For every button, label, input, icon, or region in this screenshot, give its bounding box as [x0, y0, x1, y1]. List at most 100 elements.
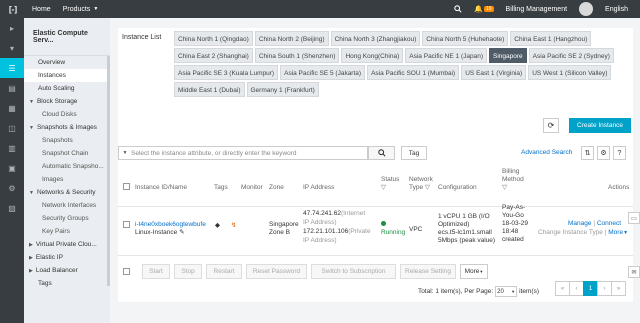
sidebar-item-network-interfaces[interactable]: Network Interfaces	[24, 199, 110, 212]
region-tab[interactable]: China North 1 (Qingdao)	[174, 31, 253, 46]
gear-icon[interactable]: ⚙	[597, 146, 610, 160]
region-tab[interactable]: US West 1 (Silicon Valley)	[528, 65, 612, 80]
select-all-bottom-checkbox[interactable]	[123, 268, 130, 275]
region-tab[interactable]: China North 5 (Huhehaote)	[422, 31, 509, 46]
chat-icon[interactable]: ▭	[628, 212, 640, 224]
region-tab[interactable]: China East 1 (Hangzhou)	[510, 31, 592, 46]
region-tab[interactable]: Asia Pacific SOU 1 (Mumbai)	[367, 65, 460, 80]
first-page-button[interactable]: «	[555, 281, 570, 296]
sidebar: Elastic Compute Serv... Overview Instance…	[24, 18, 110, 323]
region-tab[interactable]: Asia Pacific SE 5 (Jakarta)	[280, 65, 366, 80]
billing-management-link[interactable]: Billing Management	[500, 6, 573, 13]
sidebar-item-networks-security[interactable]: ▼ Networks & Security	[24, 186, 110, 199]
search-icon[interactable]	[448, 5, 468, 13]
nav-products[interactable]: Products ▼	[56, 0, 105, 18]
region-tab[interactable]: China North 2 (Beijing)	[254, 31, 329, 46]
edit-icon[interactable]: ✎	[179, 229, 184, 236]
region-tab[interactable]: US East 1 (Virginia)	[461, 65, 527, 80]
filter-icon[interactable]: ▽	[502, 184, 524, 192]
sidebar-item-cloud-disks[interactable]: Cloud Disks	[24, 108, 110, 121]
region-tab[interactable]: Asia Pacific SE 2 (Sydney)	[528, 48, 614, 63]
more-actions-link[interactable]: More	[608, 229, 623, 236]
monitor-icon[interactable]: ↯	[231, 222, 236, 230]
stop-button[interactable]: Stop	[174, 264, 202, 279]
sidebar-item-automatic-snapsho[interactable]: Automatic Snapsho...	[24, 160, 110, 173]
nav-home[interactable]: Home	[26, 0, 57, 18]
region-tab[interactable]: Germany 1 (Frankfurt)	[246, 82, 319, 97]
sidebar-item-snapshots-images[interactable]: ▼ Snapshots & Images	[24, 121, 110, 134]
main-content: Instance List China North 1 (Qingdao) Chi…	[110, 18, 640, 323]
nav-icon-1[interactable]: ▤	[0, 78, 24, 98]
collapse-icon[interactable]: ▸	[0, 18, 24, 38]
tag-icon[interactable]: ◆	[215, 222, 220, 230]
create-instance-button[interactable]: Create Instance	[569, 118, 631, 133]
avatar[interactable]	[579, 2, 594, 16]
sidebar-item-virtual-private-clou[interactable]: ▶ Virtual Private Clou...	[24, 238, 110, 251]
region-tab[interactable]: China North 3 (Zhangjiakou)	[330, 31, 421, 46]
help-icon[interactable]: ?	[613, 146, 626, 160]
menu-icon[interactable]: ☰	[0, 58, 24, 78]
next-page-button[interactable]: ›	[597, 281, 612, 296]
nav-icon-6[interactable]: ⚙	[0, 178, 24, 198]
region-tab[interactable]: Asia Pacific SE 3 (Kuala Lumpur)	[174, 65, 279, 80]
sidebar-item-snapshot-chain[interactable]: Snapshot Chain	[24, 147, 110, 160]
row-checkbox[interactable]	[123, 221, 130, 228]
sidebar-item-load-balancer[interactable]: ▶ Load Balancer	[24, 264, 110, 277]
switch-to-subscription-button[interactable]: Switch to Subscription	[311, 264, 396, 279]
config-line3: ecs.t5-lc1m1.small	[438, 229, 492, 236]
col-network-line2-text: Type	[409, 184, 424, 191]
change-instance-type-link[interactable]: Change Instance Type	[538, 229, 603, 236]
region-tab[interactable]: Singapore	[488, 48, 527, 63]
logo-icon[interactable]: [-]	[0, 0, 26, 18]
region-tab[interactable]: Middle East 1 (Dubai)	[174, 82, 245, 97]
region-tab[interactable]: Asia Pacific NE 1 (Japan)	[405, 48, 487, 63]
chevron-down-icon: ▼	[623, 230, 629, 236]
sidebar-item-block-storage[interactable]: ▼ Block Storage	[24, 95, 110, 108]
region-tab[interactable]: Hong Kong(China)	[341, 48, 404, 63]
sidebar-item-instances[interactable]: Instances	[24, 69, 110, 82]
sidebar-item-images[interactable]: Images	[24, 173, 110, 186]
sidebar-item-key-pairs[interactable]: Key Pairs	[24, 225, 110, 238]
search-input[interactable]: ▼ Select the instance attribute, or dire…	[118, 146, 368, 160]
search-button[interactable]	[368, 146, 395, 160]
start-button[interactable]: Start	[142, 264, 170, 279]
filter-icon[interactable]: ▽	[381, 184, 399, 192]
select-all-checkbox[interactable]	[123, 183, 130, 190]
filter-icon[interactable]: ⇅	[581, 146, 594, 160]
release-setting-button[interactable]: Release Setting	[400, 264, 456, 279]
nav-icon-4[interactable]: ▥	[0, 138, 24, 158]
sidebar-item-tags[interactable]: Tags	[24, 277, 110, 290]
dropdown-icon[interactable]: ▾	[0, 38, 24, 58]
advanced-search-link[interactable]: Advanced Search	[521, 149, 572, 156]
last-page-button[interactable]: »	[611, 281, 626, 296]
manage-link[interactable]: Manage	[568, 220, 592, 227]
region-tab[interactable]: China East 2 (Shanghai)	[174, 48, 253, 63]
refresh-button[interactable]: ⟳	[543, 118, 559, 133]
tag-filter-button[interactable]: Tag	[401, 146, 427, 160]
reset-password-button[interactable]: Reset Password	[246, 264, 307, 279]
restart-button[interactable]: Restart	[206, 264, 242, 279]
language-selector[interactable]: English	[599, 6, 640, 13]
connect-link[interactable]: Connect	[597, 220, 621, 227]
billing-line3: 18-03-29	[502, 220, 529, 227]
region-tab[interactable]: China South 1 (Shenzhen)	[254, 48, 340, 63]
sidebar-item-overview[interactable]: Overview	[24, 56, 110, 69]
nav-icon-3[interactable]: ◫	[0, 118, 24, 138]
instance-name-text: Linux-Instance	[135, 229, 178, 236]
notifications-button[interactable]: 🔔 19	[468, 5, 499, 13]
top-bar: [-] Home Products ▼ 🔔 19 Billing Managem…	[0, 0, 640, 18]
sidebar-item-snapshots[interactable]: Snapshots	[24, 134, 110, 147]
feedback-icon[interactable]: ✉	[628, 266, 640, 278]
nav-icon-2[interactable]: ▦	[0, 98, 24, 118]
sidebar-item-elastic-ip[interactable]: ▶ Elastic IP	[24, 251, 110, 264]
nav-icon-5[interactable]: ▣	[0, 158, 24, 178]
page-1-button[interactable]: 1	[583, 281, 598, 296]
sidebar-item-auto-scaling[interactable]: Auto Scaling	[24, 82, 110, 95]
sidebar-item-security-groups[interactable]: Security Groups	[24, 212, 110, 225]
instance-id-link[interactable]: i-t4ne0xboek6ogtewbufe	[135, 221, 206, 229]
prev-page-button[interactable]: ‹	[569, 281, 584, 296]
more-button[interactable]: More ▼	[460, 264, 488, 279]
chevron-down-icon[interactable]: ▼	[119, 150, 131, 156]
nav-icon-7[interactable]: ▧	[0, 198, 24, 218]
per-page-select[interactable]: 20 ▼	[495, 286, 518, 297]
